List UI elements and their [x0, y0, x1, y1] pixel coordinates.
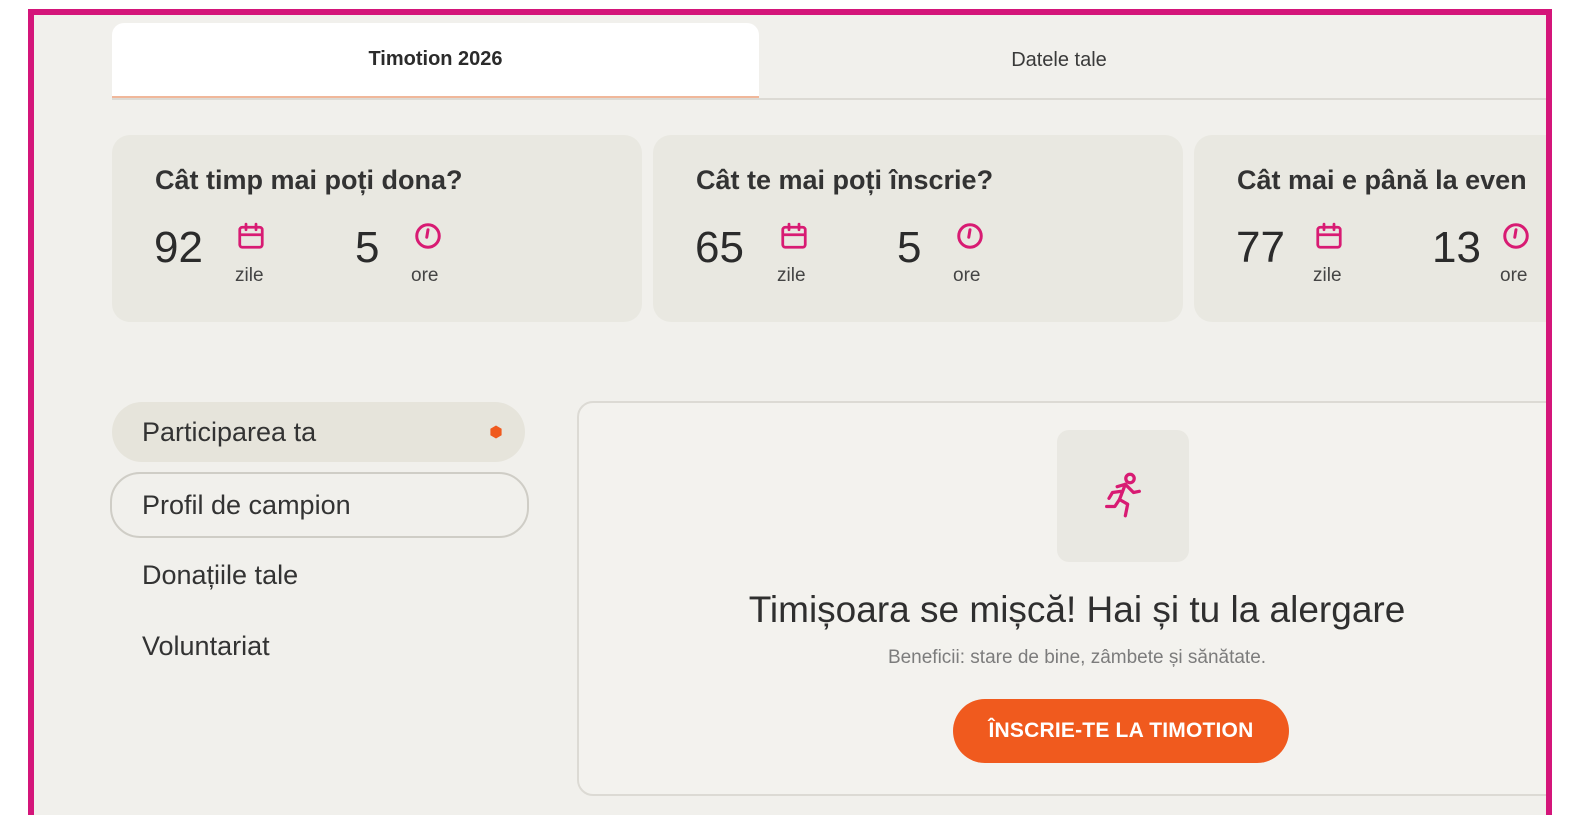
- clock-icon: [415, 223, 441, 249]
- tab-timotion-2026[interactable]: Timotion 2026: [112, 23, 759, 98]
- tab-datele-tale[interactable]: Datele tale: [759, 23, 1359, 98]
- hours-unit: ore: [953, 265, 981, 286]
- countdown-title: Cât te mai poți înscrie?: [696, 165, 994, 195]
- menu-item-label: Voluntariat: [142, 630, 270, 661]
- countdown-title: Cât mai e până la even: [1237, 165, 1527, 195]
- days-unit: zile: [777, 265, 806, 286]
- menu-item-donatiile-tale[interactable]: Donațiile tale: [112, 545, 525, 605]
- menu-item-label: Profil de campion: [142, 489, 351, 520]
- app-frame: Timotion 2026 Datele tale Cât timp mai p…: [28, 9, 1552, 815]
- clock-icon: [1503, 223, 1529, 249]
- menu-item-profil-de-campion[interactable]: Profil de campion: [110, 472, 529, 538]
- hours-unit: ore: [1500, 265, 1528, 286]
- notification-dot-icon: [490, 425, 502, 439]
- calendar-icon: [238, 222, 264, 249]
- countdown-card-donate: Cât timp mai poți dona? 92 zile 5 ore: [112, 135, 642, 322]
- days-unit: zile: [235, 265, 264, 286]
- menu-item-label: Donațiile tale: [142, 559, 299, 590]
- runner-icon: [1105, 472, 1141, 518]
- days-value: 77: [1236, 223, 1285, 272]
- countdown-title: Cât timp mai poți dona?: [155, 165, 463, 195]
- days-unit: zile: [1313, 265, 1342, 286]
- clock-icon: [957, 223, 983, 249]
- register-timotion-button[interactable]: ÎNSCRIE-TE LA TIMOTION: [953, 699, 1289, 763]
- calendar-icon: [1316, 222, 1342, 249]
- hours-value: 5: [897, 223, 922, 272]
- days-value: 65: [695, 223, 744, 272]
- calendar-icon: [781, 222, 807, 249]
- countdown-card-register: Cât te mai poți înscrie? 65 zile 5 ore: [653, 135, 1183, 322]
- tab-bar: Timotion 2026 Datele tale: [112, 23, 1546, 100]
- countdown-card-event: Cât mai e până la even 77 zile 13 ore: [1194, 135, 1546, 322]
- menu-item-participarea-ta[interactable]: Participarea ta: [112, 402, 525, 462]
- menu-item-label: Participarea ta: [142, 416, 317, 447]
- days-value: 92: [154, 223, 203, 272]
- menu-item-voluntariat[interactable]: Voluntariat: [112, 616, 525, 676]
- hours-value: 13: [1432, 223, 1481, 272]
- hours-unit: ore: [411, 265, 439, 286]
- runner-icon-box: [1057, 430, 1189, 562]
- hours-value: 5: [355, 223, 380, 272]
